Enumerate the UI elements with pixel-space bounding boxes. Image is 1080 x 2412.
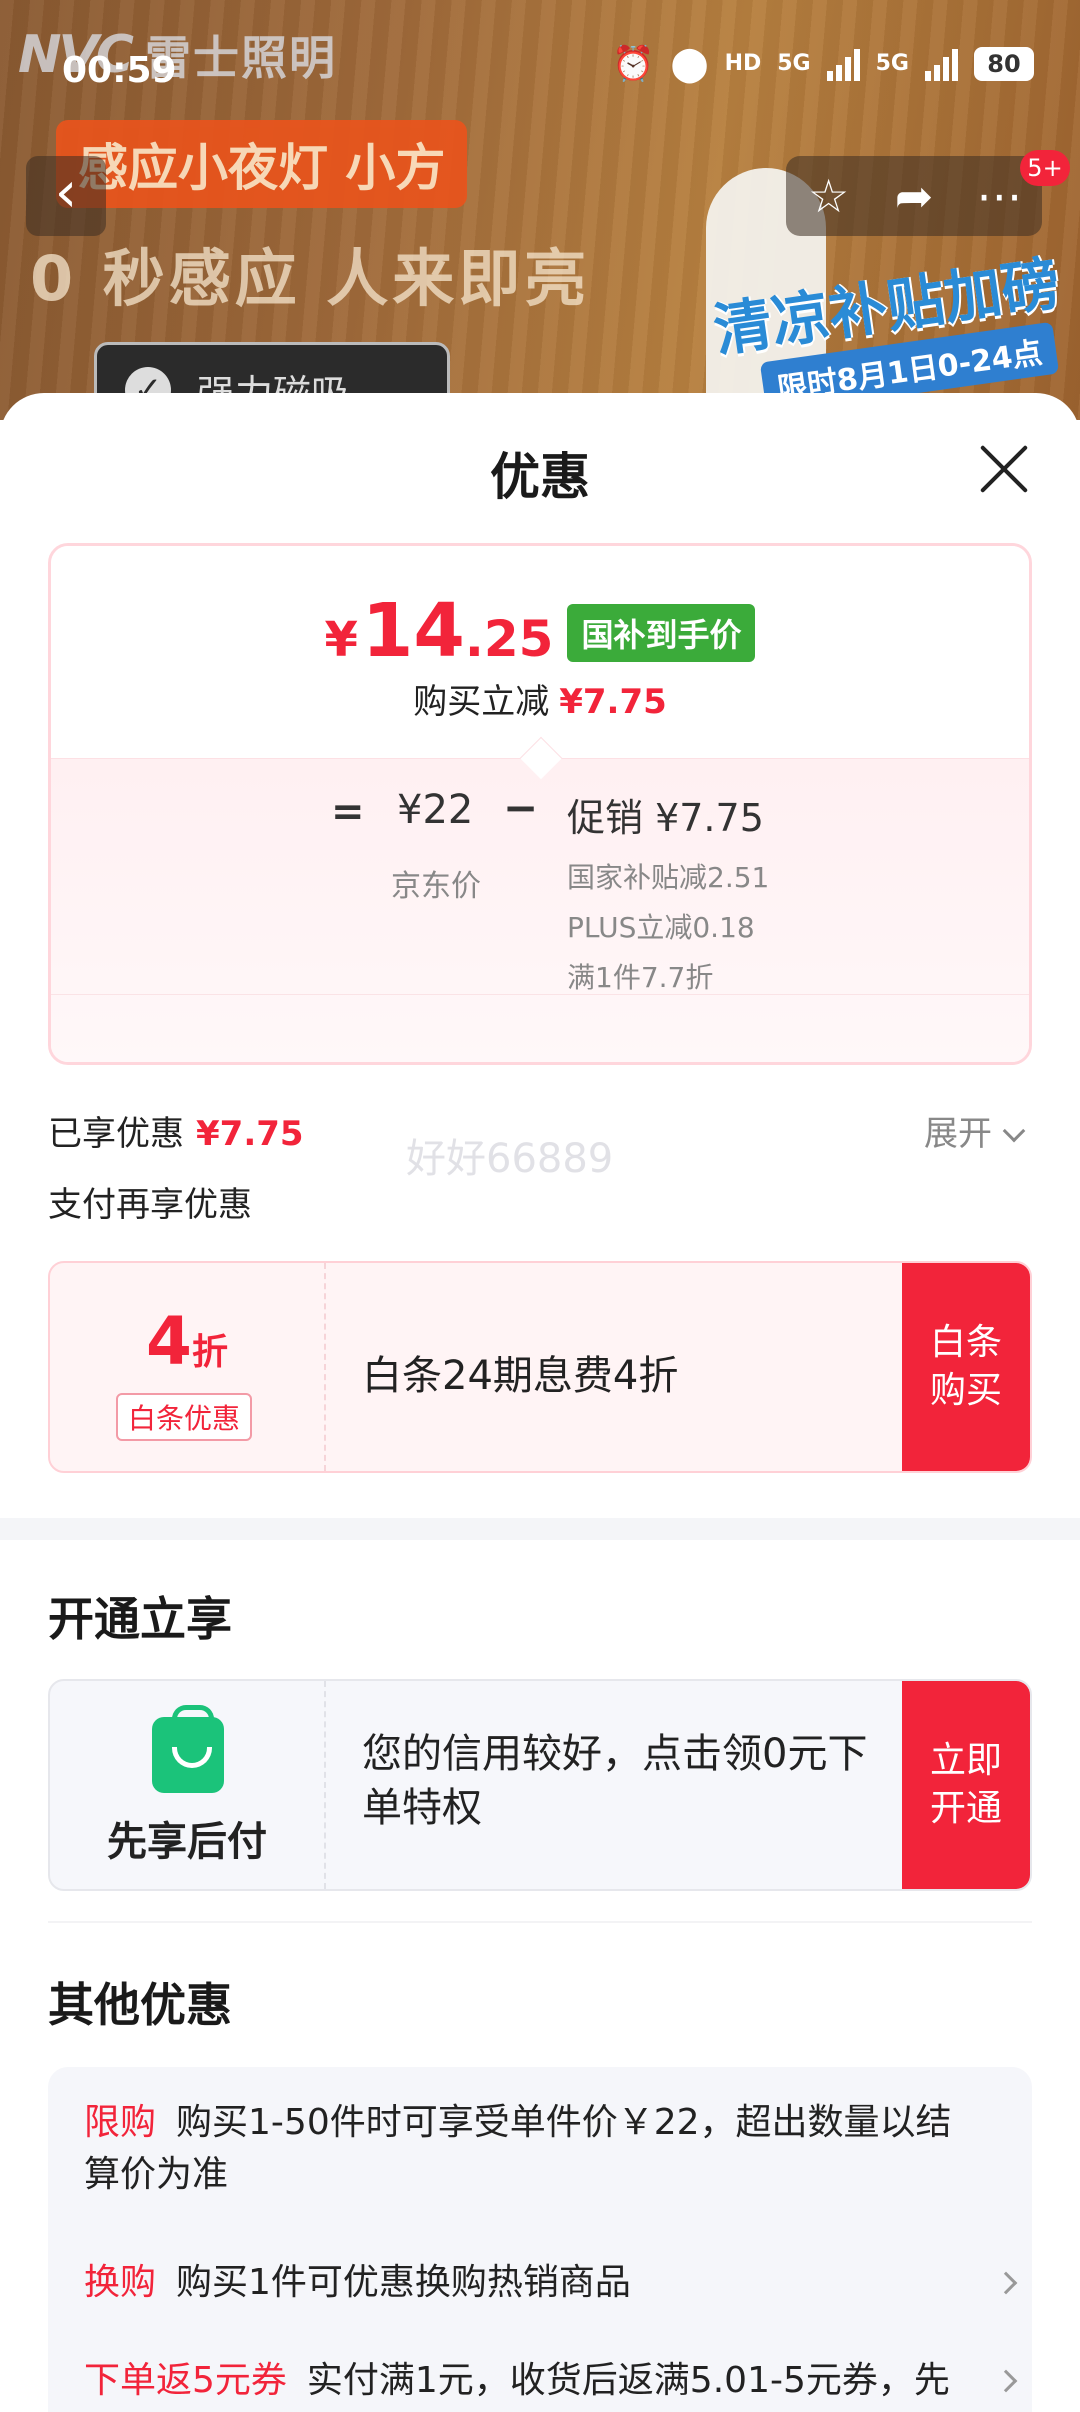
reduction-label: 购买立减 [413, 682, 550, 722]
share-icon[interactable]: ➦ [879, 169, 949, 223]
coupon-discount-unit: 折 [191, 1332, 228, 1373]
status-icons: ⏰ ⬤ HD 5G 5G 80 [612, 44, 1034, 84]
close-icon[interactable] [978, 443, 1030, 495]
coupon-discount-number: 4 [146, 1303, 192, 1380]
price-formula: = ¥22 京东价 − 促销 ¥7.75 国家补贴减2.51 PLUS立减0.1… [51, 736, 1029, 1062]
message-badge: 5+ [1020, 150, 1070, 186]
watermark: 好好66889 [406, 1136, 614, 1182]
enjoyed-discount: 已享优惠 ¥7.75 [48, 1106, 304, 1155]
banner-slogan: 0 秒感应 人来即亮 [30, 242, 591, 315]
offer-text: 实付满1元，收货后返满5.01-5元券，先 [306, 2360, 950, 2401]
offer-text: 购买1件可优惠换购热销商品 [176, 2262, 631, 2303]
baitiao-buy-button[interactable]: 白条购买 [902, 1263, 1030, 1471]
other-section-title: 其他优惠 [48, 1978, 232, 2032]
final-price-section: ¥ 14 .25 国补到手价 购买立减 ¥7.75 [51, 546, 1029, 758]
minus-sign: − [503, 783, 539, 832]
divider [51, 994, 1029, 995]
battery-icon: 80 [974, 47, 1034, 81]
enjoyed-value: ¥7.75 [196, 1114, 304, 1154]
open-now-button[interactable]: 立即开通 [902, 1681, 1030, 1889]
coupon-discount: 4折 [50, 1303, 324, 1380]
offer-item-exchange[interactable]: 换购 购买1件可优惠换购热销商品 [84, 2257, 1018, 2309]
section-gap [0, 1518, 1080, 1540]
coupon-left: 4折 白条优惠 [50, 1263, 326, 1471]
status-bar: 00:59 ⏰ ⬤ HD 5G 5G 80 [0, 0, 1080, 140]
pay-later-left: 先享后付 [50, 1681, 326, 1889]
equals-sign: = [331, 789, 365, 835]
coupon-description: 白条24期息费4折 [362, 1353, 679, 1399]
open-section-title: 开通立享 [48, 1592, 232, 1646]
signal-icon [826, 47, 860, 81]
chevron-right-icon [994, 2271, 1018, 2295]
coupon-tag: 白条优惠 [116, 1393, 253, 1441]
pay-more-label: 支付再享优惠 [48, 1185, 252, 1225]
promo-detail-list: 国家补贴减2.51 PLUS立减0.18 满1件7.7折 [567, 859, 787, 1009]
sheet-title: 优惠 [490, 448, 590, 506]
jd-price-label: 京东价 [391, 869, 481, 904]
offer-item-coupon-return[interactable]: 下单返5元券 实付满1元，收货后返满5.01-5元券，先 [84, 2355, 1018, 2407]
alarm-icon: ⏰ [612, 44, 655, 84]
offer-tag: 限购 [84, 2102, 157, 2143]
offer-text: 购买1-50件时可享受单件价￥22，超出数量以结算价为准 [84, 2102, 952, 2195]
currency-symbol: ¥ [324, 612, 358, 668]
price-breakdown-card: ¥ 14 .25 国补到手价 购买立减 ¥7.75 = ¥22 京东价 − 促销 … [48, 543, 1032, 1065]
chevron-left-icon: ‹ [54, 160, 78, 225]
shopping-bag-icon [152, 1705, 224, 1793]
baitiao-coupon-card[interactable]: 4折 白条优惠 白条24期息费4折 白条购买 [48, 1261, 1032, 1473]
location-icon: ⬤ [670, 44, 709, 84]
final-price-row: ¥ 14 .25 国补到手价 [51, 588, 1029, 674]
pay-later-description: 您的信用较好，点击领0元下单特权 [362, 1731, 868, 1831]
offer-item-limit: 限购 购买1-50件时可享受单件价￥22，超出数量以结算价为准 [84, 2097, 964, 2201]
signal-icon-2 [925, 47, 958, 81]
other-offers-list: 限购 购买1-50件时可享受单件价￥22，超出数量以结算价为准 换购 购买1件可优惠… [48, 2067, 1032, 2412]
expand-button[interactable]: 展开 [924, 1106, 1026, 1155]
divider [48, 1921, 1032, 1923]
network-type-b: 5G [875, 51, 909, 76]
promo-total: 促销 ¥7.75 [567, 796, 764, 840]
chevron-right-icon [994, 2369, 1018, 2393]
top-action-group: ☆ ➦ ⋯ [786, 156, 1042, 236]
jd-price: ¥22 [397, 787, 474, 833]
instant-reduction: 购买立减 ¥7.75 [51, 674, 1029, 723]
promo-detail-item: 满1件7.7折 [567, 961, 714, 994]
status-time: 00:59 [62, 50, 177, 91]
reduction-value: ¥7.75 [559, 682, 667, 722]
final-price-integer: 14 [361, 588, 465, 674]
final-price: ¥ 14 .25 [325, 588, 554, 674]
expand-label: 展开 [924, 1114, 992, 1154]
pay-later-title: 先享后付 [107, 1819, 267, 1865]
chevron-down-icon [1002, 1119, 1026, 1143]
promo-detail-item: PLUS立减0.18 [567, 911, 755, 944]
final-price-decimal: .25 [464, 610, 554, 668]
subsidy-price-tag: 国补到手价 [567, 604, 756, 662]
offer-tag: 换购 [84, 2262, 157, 2303]
back-button[interactable]: ‹ [26, 156, 106, 236]
pay-later-card[interactable]: 先享后付 您的信用较好，点击领0元下单特权 立即开通 [48, 1679, 1032, 1891]
enjoyed-label: 已享优惠 [48, 1114, 184, 1154]
promo-detail-item: 国家补贴减2.51 [567, 861, 770, 894]
network-type-a: 5G [777, 51, 811, 76]
discount-sheet: 优惠 ¥ 14 .25 国补到手价 购买立减 ¥7.75 = ¥22 京东价 − … [0, 393, 1080, 2412]
offer-tag: 下单返5元券 [84, 2360, 287, 2401]
favorite-star-icon[interactable]: ☆ [794, 169, 864, 223]
hd-icon: HD [724, 51, 762, 76]
